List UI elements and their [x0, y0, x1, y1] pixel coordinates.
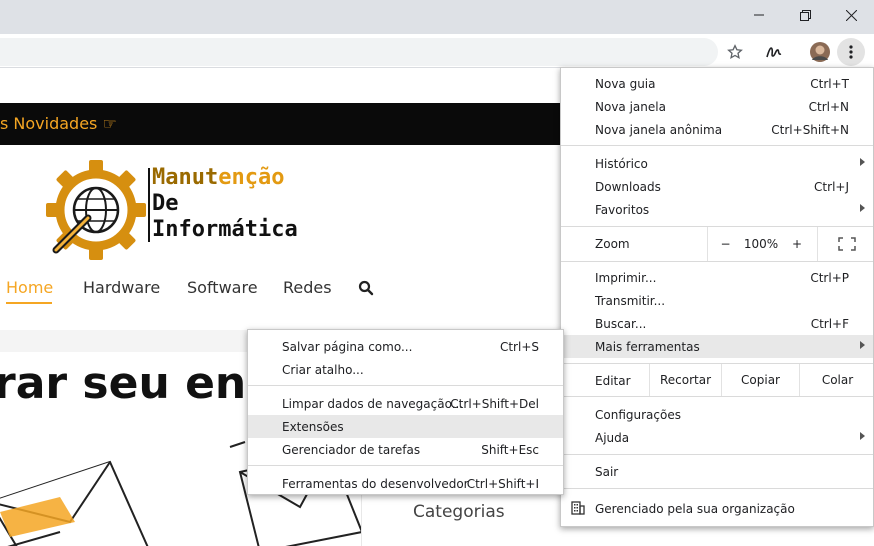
- submenu-clear-browsing-data[interactable]: Limpar dados de navegação... Ctrl+Shift+D…: [248, 392, 563, 415]
- menu-managed-by-organization[interactable]: Gerenciado pela sua organização: [561, 497, 873, 520]
- menu-edit-label: Editar: [595, 374, 631, 388]
- logo-line-3: Informática: [152, 217, 298, 242]
- submenu-developer-tools[interactable]: Ferramentas do desenvolvedor Ctrl+Shift+I: [248, 472, 563, 495]
- site-navigation: Home Hardware Software Redes: [0, 274, 560, 304]
- top-announcement-bar: s Novidades ☞: [0, 103, 620, 145]
- minimize-icon[interactable]: [736, 0, 782, 30]
- nav-software[interactable]: Software: [187, 278, 258, 297]
- submenu-task-manager[interactable]: Gerenciador de tarefas Shift+Esc: [248, 438, 563, 461]
- menu-new-tab[interactable]: Nova guia Ctrl+T: [561, 72, 873, 95]
- submenu-create-shortcut[interactable]: Criar atalho...: [248, 358, 563, 381]
- menu-separator: [561, 454, 873, 455]
- address-bar[interactable]: [0, 38, 718, 66]
- menu-cast[interactable]: Transmitir...: [561, 289, 873, 312]
- menu-find[interactable]: Buscar... Ctrl+F: [561, 312, 873, 335]
- chevron-right-icon: [860, 432, 865, 440]
- fullscreen-icon[interactable]: [817, 227, 874, 261]
- menu-new-window[interactable]: Nova janela Ctrl+N: [561, 95, 873, 118]
- menu-new-incognito-window[interactable]: Nova janela anônima Ctrl+Shift+N: [561, 118, 873, 141]
- announcement-text[interactable]: s Novidades ☞: [0, 114, 117, 133]
- menu-history[interactable]: Histórico: [561, 152, 873, 175]
- signature-icon[interactable]: [760, 38, 788, 66]
- avatar[interactable]: [806, 38, 834, 66]
- title-bar: [0, 0, 874, 34]
- zoom-out-button[interactable]: −: [707, 227, 743, 261]
- menu-zoom-row: Zoom − 100% +: [561, 227, 873, 261]
- menu-bookmarks[interactable]: Favoritos: [561, 198, 873, 221]
- menu-settings[interactable]: Configurações: [561, 403, 873, 426]
- restore-icon[interactable]: [782, 0, 828, 30]
- menu-help[interactable]: Ajuda: [561, 426, 873, 449]
- zoom-level: 100%: [743, 237, 779, 251]
- menu-cut-button[interactable]: Recortar: [649, 364, 721, 396]
- menu-exit[interactable]: Sair: [561, 460, 873, 483]
- site-logo[interactable]: Manutenção De Informática: [44, 158, 324, 263]
- logo-divider: [148, 168, 150, 242]
- kebab-menu-icon[interactable]: [837, 38, 865, 66]
- gear-globe-icon: [46, 160, 146, 260]
- menu-separator: [248, 465, 563, 466]
- nav-active-underline: [6, 302, 52, 304]
- search-icon[interactable]: [358, 280, 374, 301]
- nav-hardware[interactable]: Hardware: [83, 278, 160, 297]
- menu-more-tools[interactable]: Mais ferramentas: [561, 335, 873, 358]
- menu-separator: [248, 385, 563, 386]
- browser-toolbar: [0, 34, 874, 68]
- menu-separator: [561, 261, 873, 262]
- logo-line-1: Manutenção: [152, 165, 285, 190]
- zoom-in-button[interactable]: +: [779, 227, 815, 261]
- menu-print[interactable]: Imprimir... Ctrl+P: [561, 266, 873, 289]
- menu-separator: [561, 396, 873, 397]
- browser-main-menu: Nova guia Ctrl+T Nova janela Ctrl+N Nova j…: [560, 67, 874, 527]
- chevron-right-icon: [860, 158, 865, 166]
- menu-separator: [561, 488, 873, 489]
- logo-line-2: De: [152, 191, 179, 216]
- close-icon[interactable]: [828, 0, 874, 30]
- more-tools-submenu: Salvar página como... Ctrl+S Criar atalho…: [247, 329, 564, 495]
- menu-separator: [561, 145, 873, 146]
- submenu-save-page[interactable]: Salvar página como... Ctrl+S: [248, 335, 563, 358]
- sidebar-categories-heading: Categorias: [413, 502, 505, 522]
- nav-home[interactable]: Home: [6, 278, 53, 297]
- chevron-right-icon: [860, 341, 865, 349]
- menu-copy-button[interactable]: Copiar: [721, 364, 799, 396]
- menu-edit-row: Editar Recortar Copiar Colar: [561, 364, 873, 396]
- nav-redes[interactable]: Redes: [283, 278, 332, 297]
- chevron-right-icon: [860, 204, 865, 212]
- building-icon: [571, 501, 585, 518]
- featured-post-title: rar seu en: [0, 358, 247, 409]
- menu-paste-button[interactable]: Colar: [799, 364, 874, 396]
- star-icon[interactable]: [721, 38, 749, 66]
- thumbs-up-icon: ☞: [102, 114, 117, 133]
- menu-zoom-label: Zoom: [595, 237, 630, 251]
- submenu-extensions[interactable]: Extensões: [248, 415, 563, 438]
- menu-downloads[interactable]: Downloads Ctrl+J: [561, 175, 873, 198]
